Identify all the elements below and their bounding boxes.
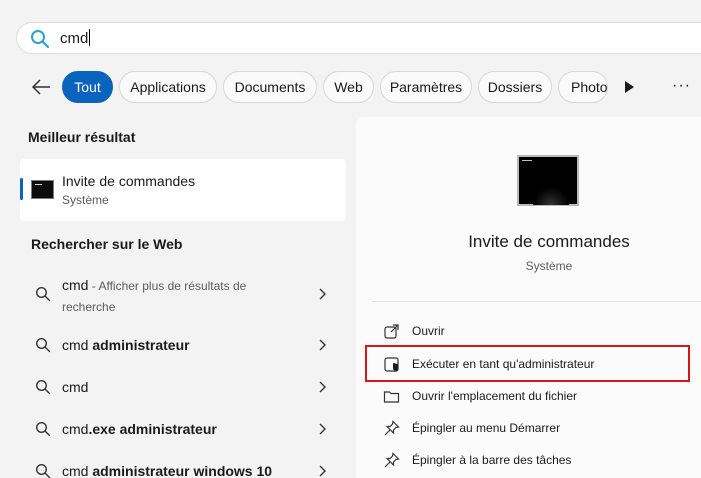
web-result-suggestion: administrateur windows 10 [92, 463, 273, 478]
web-result-text: cmd administrateur [62, 337, 190, 353]
chevron-right-icon [319, 288, 326, 300]
web-result-query: cmd [62, 463, 93, 478]
web-result-text-line2: recherche [62, 298, 115, 314]
highlight-annotation [365, 345, 690, 382]
web-result-query: cmd [62, 337, 93, 353]
filter-chip-settings[interactable]: Paramètres [380, 71, 472, 103]
details-subtitle: Système [525, 259, 573, 273]
search-input[interactable]: cmd [60, 29, 91, 48]
chevron-right-icon [319, 465, 326, 477]
filter-chip-documents[interactable]: Documents [223, 71, 317, 103]
web-result-suggestion: .exe administrateur [88, 421, 217, 437]
chevron-right-icon [319, 381, 326, 393]
open-icon [384, 324, 399, 339]
web-result-hint-line2: recherche [62, 300, 116, 314]
filter-chip-web[interactable]: Web [323, 71, 374, 103]
search-query: cmd [60, 30, 89, 47]
search-icon [35, 463, 51, 478]
more-options-icon[interactable]: ··· [672, 78, 694, 94]
web-result-query: cmd [62, 421, 89, 437]
divider [372, 301, 701, 302]
pin-icon [384, 452, 400, 468]
selection-indicator [20, 178, 23, 200]
chevron-right-icon [319, 423, 326, 435]
best-match-heading: Meilleur résultat [28, 129, 136, 145]
pin-icon [384, 420, 400, 436]
action-open-file-location[interactable]: Ouvrir l'emplacement du fichier [412, 389, 577, 403]
web-result-query: cmd [62, 277, 89, 293]
filter-chip-all[interactable]: Tout [62, 71, 113, 103]
action-open[interactable]: Ouvrir [412, 324, 445, 338]
filter-chip-applications[interactable]: Applications [119, 71, 217, 103]
filter-chip-folders[interactable]: Dossiers [478, 71, 552, 103]
details-title: Invite de commandes [468, 232, 630, 251]
folder-icon [383, 391, 400, 403]
search-bar[interactable] [16, 22, 701, 54]
search-icon [35, 286, 51, 302]
action-pin-to-taskbar[interactable]: Épingler à la barre des tâches [412, 453, 571, 467]
best-match-title: Invite de commandes [62, 173, 196, 189]
text-caret [89, 29, 91, 46]
web-result-text: cmd [62, 379, 88, 395]
web-result-query: cmd [62, 379, 89, 395]
chevron-right-icon [319, 339, 326, 351]
back-arrow-icon[interactable] [30, 76, 52, 98]
web-search-heading: Rechercher sur le Web [31, 236, 183, 252]
web-result-hint: - Afficher plus de résultats de [88, 279, 247, 293]
web-result-text: cmd.exe administrateur [62, 421, 217, 437]
web-result-text: cmd administrateur windows 10 [62, 463, 272, 478]
web-result-suggestion: administrateur [92, 337, 190, 353]
search-icon [35, 421, 51, 437]
search-icon [31, 30, 50, 49]
best-match-type: Système [62, 193, 109, 207]
web-result-text: cmd - Afficher plus de résultats de [62, 277, 246, 293]
search-icon [35, 379, 51, 395]
action-pin-to-start[interactable]: Épingler au menu Démarrer [412, 421, 560, 435]
command-prompt-icon [31, 180, 54, 199]
filter-chip-photos[interactable]: Photos [558, 71, 608, 103]
search-icon [35, 337, 51, 353]
best-match-card[interactable] [20, 159, 346, 221]
command-prompt-icon [517, 155, 579, 206]
play-icon[interactable] [622, 79, 636, 95]
